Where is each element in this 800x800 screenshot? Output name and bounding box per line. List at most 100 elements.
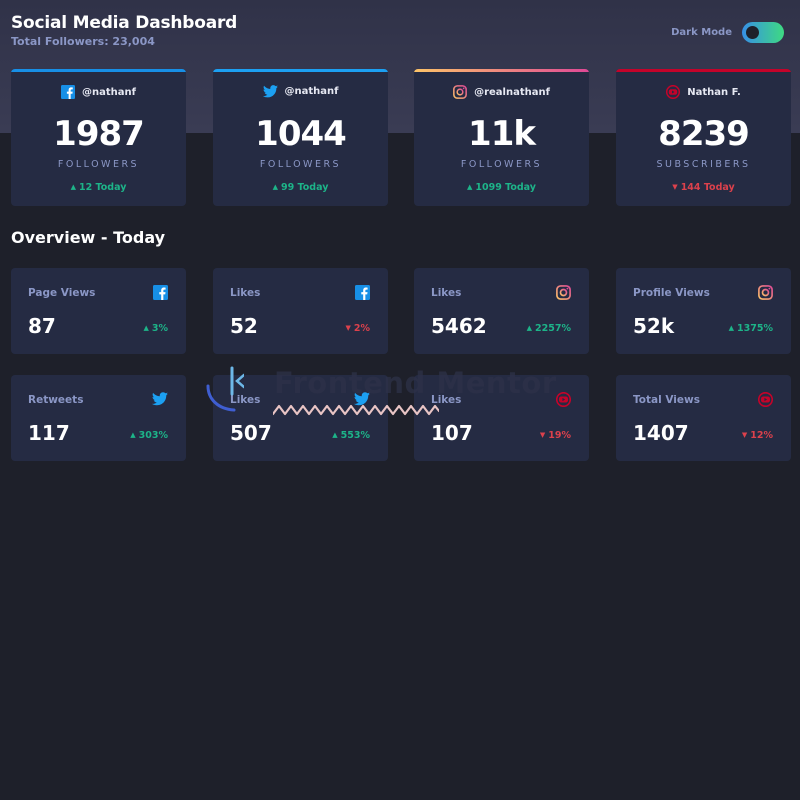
follower-card-facebook[interactable]: @nathanf 1987 FOLLOWERS ▲ 12 Today [11,69,186,206]
youtube-icon [758,392,773,407]
overview-change-text: 19% [548,430,571,441]
up-arrow-icon: ▲ [526,324,533,332]
daily-change: ▲ 12 Today [11,182,186,193]
overview-change-text: 1375% [737,323,773,334]
facebook-icon [355,285,370,300]
overview-change: ▲ 303% [130,430,168,441]
up-arrow-icon: ▲ [70,183,76,191]
watermark-text: Frontend Mentor [274,366,557,400]
follower-count: 1987 [53,114,145,154]
card-accent-bar [11,69,186,72]
up-arrow-icon: ▲ [272,183,278,191]
daily-change: ▼ 144 Today [616,182,791,193]
daily-change-text: 144 Today [680,182,735,193]
down-arrow-icon: ▼ [539,431,546,439]
dark-mode-toggle[interactable] [742,22,784,43]
daily-change-text: 99 Today [281,182,329,193]
overview-value: 507 [230,421,272,445]
up-arrow-icon: ▲ [143,324,149,332]
card-handle-row: Nathan F. [616,85,791,99]
up-arrow-icon: ▲ [728,324,735,332]
watermark-zigzag [273,404,439,416]
follower-count: 1044 [255,114,347,154]
overview-change: ▼ 19% [540,430,571,441]
follower-card-instagram[interactable]: @realnathanf 11k FOLLOWERS ▲ 1099 Today [414,69,589,206]
overview-card-instagram-likes[interactable]: Likes 5462 ▲ 2257% [414,268,589,354]
dark-mode-toggle-group: Dark Mode [671,22,784,43]
overview-metric-label: Likes [230,287,261,299]
overview-change: ▲ 1375% [729,323,773,334]
down-arrow-icon: ▼ [345,324,351,332]
overview-value: 52 [230,314,258,338]
overview-change-text: 553% [340,430,370,441]
overview-change-text: 3% [151,323,168,334]
card-handle: @realnathanf [474,86,550,98]
overview-value: 117 [28,421,70,445]
instagram-icon [758,285,773,300]
overview-metric-label: Page Views [28,287,96,299]
overview-title: Overview - Today [11,228,166,247]
overview-change: ▲ 553% [332,430,370,441]
card-handle: Nathan F. [687,86,741,98]
overview-card-facebook-likes[interactable]: Likes 52 ▼ 2% [213,268,388,354]
card-handle: @nathanf [82,86,136,98]
follower-unit: FOLLOWERS [57,159,140,170]
overview-card-page-views[interactable]: Page Views 87 ▲ 3% [11,268,186,354]
daily-change-text: 12 Today [79,182,127,193]
card-handle-row: @nathanf [11,85,186,99]
overview-metric-label: Profile Views [633,287,710,299]
follower-count: 8239 [658,114,750,154]
daily-change: ▲ 1099 Today [414,182,589,193]
follower-count: 11k [468,114,536,154]
facebook-icon [61,85,75,99]
daily-change-text: 1099 Today [475,182,536,193]
card-handle-row: @realnathanf [414,85,589,99]
overview-change-text: 2% [353,323,370,334]
overview-value: 52k [633,314,675,338]
overview-change-text: 303% [138,430,168,441]
overview-value: 87 [28,314,56,338]
overview-value: 1407 [633,421,689,445]
overview-change: ▲ 3% [143,323,168,334]
twitter-icon [263,85,278,98]
youtube-icon [556,392,571,407]
overview-metric-label: Total Views [633,394,700,406]
overview-change-text: 2257% [535,323,571,334]
frontend-mentor-logo-icon [206,366,244,412]
down-arrow-icon: ▼ [672,183,678,191]
follower-unit: FOLLOWERS [259,159,342,170]
instagram-icon [556,285,571,300]
overview-change: ▼ 12% [742,430,773,441]
toggle-knob[interactable] [746,26,759,39]
overview-metric-label: Retweets [28,394,84,406]
follower-card-twitter[interactable]: @nathanf 1044 FOLLOWERS ▲ 99 Today [213,69,388,206]
card-accent-bar [616,69,791,72]
card-accent-bar [213,69,388,72]
follower-card-youtube[interactable]: Nathan F. 8239 SUBSCRIBERS ▼ 144 Today [616,69,791,206]
instagram-icon [453,85,467,99]
dashboard-header: Social Media Dashboard Total Followers: … [11,13,789,53]
follower-unit: FOLLOWERS [460,159,543,170]
overview-card-profile-views[interactable]: Profile Views 52k ▲ 1375% [616,268,791,354]
youtube-icon [666,85,680,99]
twitter-icon [152,392,168,406]
down-arrow-icon: ▼ [741,431,748,439]
facebook-icon [153,285,168,300]
card-accent-bar [414,69,589,72]
daily-change: ▲ 99 Today [213,182,388,193]
follower-unit: SUBSCRIBERS [656,159,751,170]
card-handle-row: @nathanf [213,85,388,98]
overview-change: ▲ 2257% [527,323,571,334]
up-arrow-icon: ▲ [130,431,136,439]
overview-card-retweets[interactable]: Retweets 117 ▲ 303% [11,375,186,461]
overview-change: ▼ 2% [345,323,370,334]
overview-metric-label: Likes [431,287,462,299]
overview-value: 107 [431,421,473,445]
card-handle: @nathanf [284,86,339,97]
overview-change-text: 12% [750,430,773,441]
up-arrow-icon: ▲ [467,183,473,191]
overview-card-total-views[interactable]: Total Views 1407 ▼ 12% [616,375,791,461]
overview-value: 5462 [431,314,487,338]
dark-mode-label: Dark Mode [671,27,732,38]
up-arrow-icon: ▲ [332,431,338,439]
